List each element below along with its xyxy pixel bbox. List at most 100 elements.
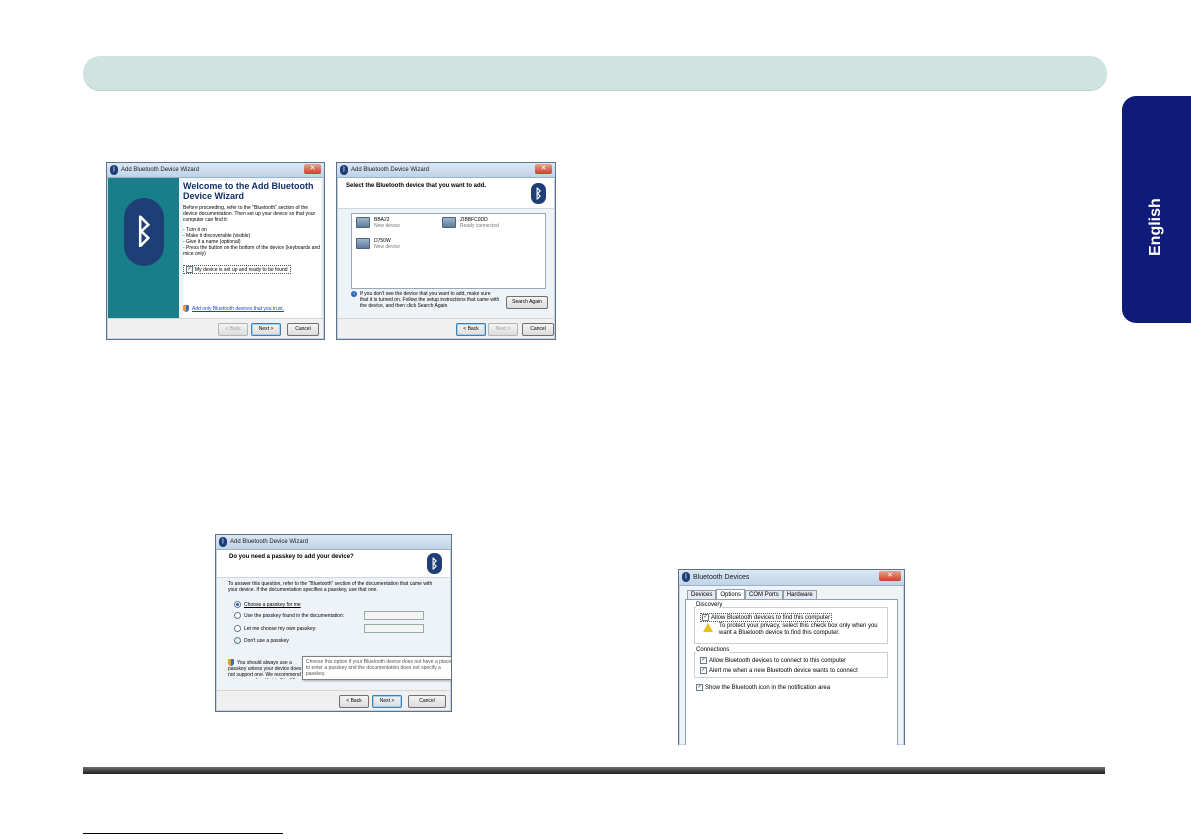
header-bar xyxy=(83,56,1107,90)
cancel-button[interactable]: Cancel xyxy=(408,695,446,708)
device-item[interactable]: D750W New device xyxy=(356,238,400,250)
passkey-intro: To answer this question, refer to the "B… xyxy=(228,581,433,593)
device-item[interactable]: BBA22 New device xyxy=(356,217,400,229)
option-label: Use the passkey found in the documentati… xyxy=(244,612,345,619)
next-button[interactable]: Next > xyxy=(488,323,518,336)
device-status: New device xyxy=(374,223,400,229)
footer-tick xyxy=(83,833,283,834)
bluetooth-icon: ᛒ xyxy=(682,572,690,582)
step-item: - Press the button on the bottom of the … xyxy=(183,245,321,257)
discovery-checkbox[interactable]: ✓ xyxy=(702,614,709,621)
wizard-body: Welcome to the Add Bluetooth Device Wiza… xyxy=(183,181,321,319)
close-button[interactable]: ✕ xyxy=(535,164,552,174)
bluetooth-logo-icon: ᛒ xyxy=(531,183,546,204)
passkey-wizard-window: ᛒ Add Bluetooth Device Wizard Do you nee… xyxy=(215,534,452,712)
tab-com-ports[interactable]: COM Ports xyxy=(745,590,783,599)
alert-checkbox[interactable]: ✓ xyxy=(700,667,707,674)
shield-icon xyxy=(183,305,189,312)
device-list: BBA22 New device ZIBBFC0DD Ready connected… xyxy=(351,213,546,289)
info-icon: i xyxy=(351,291,357,297)
options-panel: Discovery ✓ Allow Bluetooth devices to fi… xyxy=(685,599,898,745)
radio-button[interactable] xyxy=(234,625,241,632)
bluetooth-devices-window: ᛒ Bluetooth Devices ✕ Devices Options COM … xyxy=(678,569,905,745)
trust-link-row: Add only Bluetooth devices that you trus… xyxy=(183,305,284,312)
wizard-side-panel: ᛒ xyxy=(108,178,179,320)
radio-button[interactable] xyxy=(234,601,241,608)
show-icon-checkbox-label: Show the Bluetooth icon in the notificat… xyxy=(705,685,831,692)
window-title: Add Bluetooth Device Wizard xyxy=(121,167,200,173)
window-title: Add Bluetooth Device Wizard xyxy=(351,167,430,173)
cancel-button[interactable]: Cancel xyxy=(287,323,319,336)
bluetooth-logo-icon: ᛒ xyxy=(427,553,442,574)
device-item[interactable]: ZIBBFC0DD Ready connected xyxy=(442,217,499,229)
option-label: Let me choose my own passkey: xyxy=(244,625,317,632)
alert-checkbox-label: Alert me when a new Bluetooth device wan… xyxy=(709,668,858,675)
tab-options[interactable]: Options xyxy=(716,589,746,599)
documentation-passkey-field[interactable] xyxy=(364,611,424,620)
wizard-footer: < Back Next > Cancel xyxy=(217,690,450,710)
next-button[interactable]: Next > xyxy=(251,323,281,336)
info-text: If you don't see the device that you wan… xyxy=(360,291,500,309)
tab-hardware[interactable]: Hardware xyxy=(782,590,817,599)
privacy-warning-text: To protect your privacy, select this che… xyxy=(719,623,878,636)
passkey-option-auto[interactable]: Choose a passkey for me xyxy=(234,601,434,611)
ready-checkbox[interactable]: ✓ xyxy=(186,266,193,273)
close-button[interactable]: ✕ xyxy=(879,571,901,581)
radio-button[interactable] xyxy=(234,612,241,619)
language-tab: English xyxy=(1122,96,1191,323)
warning-icon xyxy=(703,623,713,632)
cancel-button[interactable]: Cancel xyxy=(522,323,554,336)
wizard-heading: Select the Bluetooth device that you wan… xyxy=(346,183,487,189)
search-again-button[interactable]: Search Again xyxy=(506,296,548,309)
discovery-checkbox-label: Allow Bluetooth devices to find this com… xyxy=(711,615,831,622)
passkey-note-row: You should always use a passkey unless y… xyxy=(228,659,308,679)
trust-link[interactable]: Add only Bluetooth devices that you trus… xyxy=(192,306,284,312)
back-button[interactable]: < Back xyxy=(218,323,248,336)
bluetooth-icon: ᛒ xyxy=(110,165,118,175)
language-tab-label: English xyxy=(1147,198,1164,256)
info-row: i If you don't see the device that you wa… xyxy=(351,291,503,309)
close-button[interactable]: ✕ xyxy=(304,164,321,174)
footer-rule xyxy=(83,767,1105,774)
window-title: Add Bluetooth Device Wizard xyxy=(230,539,309,545)
passkey-titlebar: ᛒ Add Bluetooth Device Wizard xyxy=(216,535,451,550)
show-icon-checkbox[interactable]: ✓ xyxy=(696,684,703,691)
radio-button[interactable] xyxy=(234,637,241,644)
ready-checkbox-row[interactable]: ✓ My device is set up and ready to be fou… xyxy=(183,265,291,274)
tab-strip: Devices Options COM Ports Hardware xyxy=(687,589,817,599)
passkey-options: Choose a passkey for me Use the passkey … xyxy=(234,601,434,647)
tab-devices[interactable]: Devices xyxy=(687,590,717,599)
connections-group: Connections ✓ Allow Bluetooth devices to … xyxy=(694,647,888,678)
welcome-wizard-window: ᛒ Add Bluetooth Device Wizard ✕ ᛒ Welcom… xyxy=(106,162,325,340)
show-icon-checkbox-row[interactable]: ✓ Show the Bluetooth icon in the notifica… xyxy=(696,684,830,691)
own-passkey-field[interactable] xyxy=(364,624,424,633)
bluetooth-devices-titlebar: ᛒ Bluetooth Devices ✕ xyxy=(679,570,904,586)
wizard-header: Select the Bluetooth device that you wan… xyxy=(338,178,554,209)
wizard-heading: Do you need a passkey to add your device… xyxy=(229,554,354,560)
next-button[interactable]: Next > xyxy=(372,695,402,708)
select-device-window: ᛒ Add Bluetooth Device Wizard ✕ Select t… xyxy=(336,162,556,340)
option-label: Don't use a passkey xyxy=(244,637,289,644)
device-status: New device xyxy=(374,244,400,250)
computer-icon xyxy=(356,217,370,228)
passkey-note: You should always use a passkey unless y… xyxy=(228,659,302,679)
wizard-footer: < Back Next > Cancel xyxy=(108,318,323,338)
welcome-wizard-titlebar: ᛒ Add Bluetooth Device Wizard ✕ xyxy=(107,163,324,178)
passkey-option-documentation[interactable]: Use the passkey found in the documentati… xyxy=(234,611,434,624)
passkey-option-none[interactable]: Don't use a passkey xyxy=(234,637,434,647)
back-button[interactable]: < Back xyxy=(339,695,369,708)
wizard-heading: Welcome to the Add Bluetooth Device Wiza… xyxy=(183,181,314,201)
window-title: Bluetooth Devices xyxy=(693,574,750,581)
discovery-checkbox-row[interactable]: ✓ Allow Bluetooth devices to find this co… xyxy=(700,613,833,623)
passkey-option-own[interactable]: Let me choose my own passkey: xyxy=(234,624,434,637)
discovery-label: Discovery xyxy=(696,602,723,608)
alert-checkbox-row[interactable]: ✓ Alert me when a new Bluetooth device wa… xyxy=(700,667,858,674)
connect-checkbox-row[interactable]: ✓ Allow Bluetooth devices to connect to t… xyxy=(700,657,846,664)
ready-checkbox-label: My device is set up and ready to be foun… xyxy=(195,266,288,273)
device-status: Ready connected xyxy=(460,223,499,229)
shield-icon xyxy=(228,659,234,666)
wizard-steps: - Turn it on - Make it discoverable (vis… xyxy=(183,227,321,257)
back-button[interactable]: < Back xyxy=(456,323,486,336)
bluetooth-icon: ᛒ xyxy=(219,537,227,547)
connect-checkbox[interactable]: ✓ xyxy=(700,657,707,664)
